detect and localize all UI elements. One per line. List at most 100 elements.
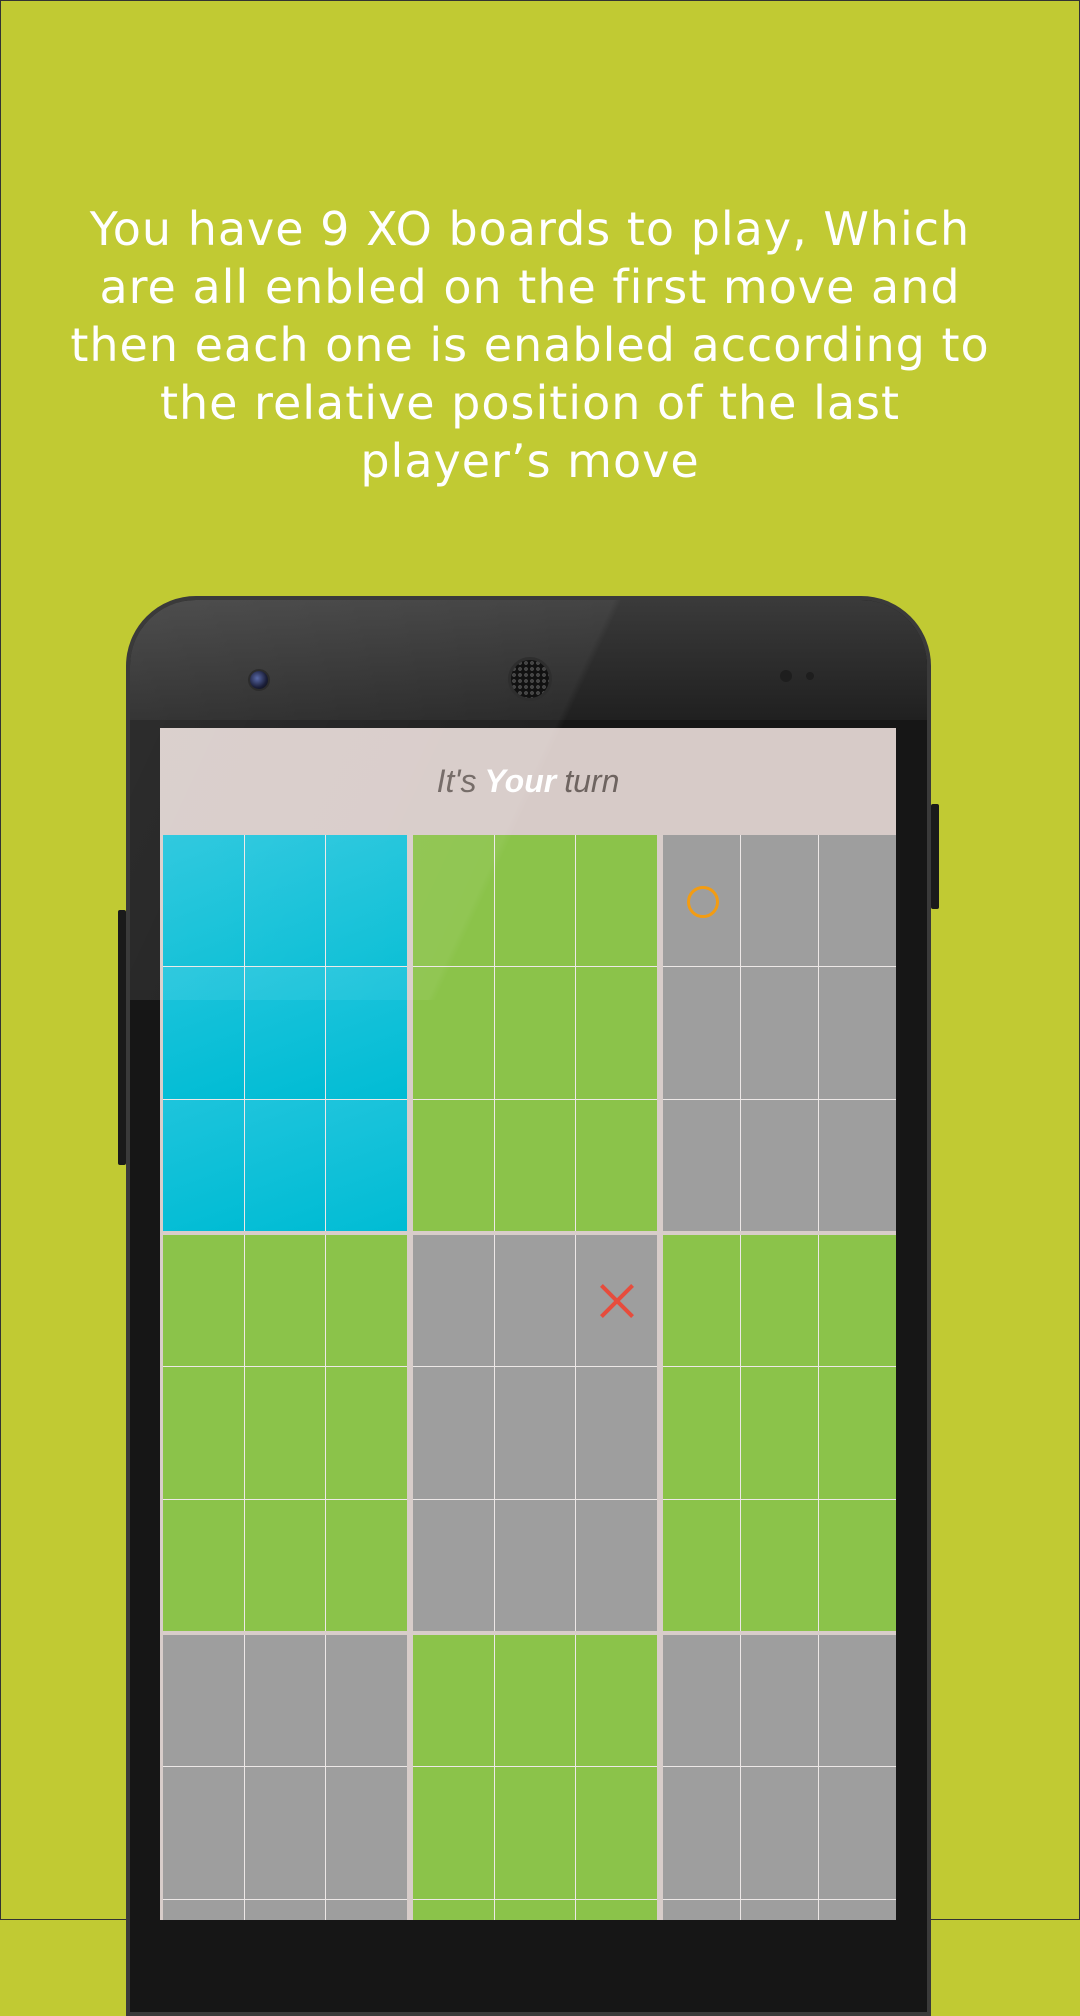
proximity-sensor (780, 670, 792, 682)
board-5-cell-9 (576, 1499, 657, 1631)
board-5-cell-3 (576, 1235, 657, 1367)
board-3-cell-8 (741, 1099, 818, 1231)
board-8-cell-5[interactable] (494, 1767, 576, 1899)
board-1-cell-5[interactable] (244, 967, 326, 1099)
board-6-cell-9[interactable] (819, 1499, 896, 1631)
board-5-cell-1 (413, 1235, 494, 1367)
board-8-cell-4[interactable] (413, 1767, 494, 1899)
board-7-cell-7 (163, 1899, 244, 1920)
board-7-cell-5 (244, 1767, 326, 1899)
earpiece-speaker-icon (508, 657, 552, 701)
board-6-cell-8[interactable] (741, 1499, 818, 1631)
board-5-cell-5 (494, 1367, 576, 1499)
board-3-cell-2 (741, 835, 818, 967)
board-2-cell-5[interactable] (494, 967, 576, 1099)
ultimate-tic-tac-toe-grid (160, 835, 896, 1920)
turn-player: Your (484, 763, 557, 799)
board-4-cell-5[interactable] (244, 1367, 326, 1499)
board-8-cell-2[interactable] (494, 1635, 576, 1767)
board-9-cell-4 (663, 1767, 740, 1899)
board-9-cell-8 (741, 1899, 818, 1920)
board-5-cell-2 (494, 1235, 576, 1367)
board-4-cell-1[interactable] (163, 1235, 244, 1367)
board-9-cell-1 (663, 1635, 740, 1767)
board-1-cell-4[interactable] (163, 967, 244, 1099)
board-3-cell-3 (819, 835, 896, 967)
board-9-cell-3 (819, 1635, 896, 1767)
phone-power-button (931, 804, 939, 909)
app-screen: It's Your turn (160, 728, 896, 1920)
x-mark-icon (599, 1283, 635, 1319)
board-6-cell-1[interactable] (663, 1235, 740, 1367)
board-8-cell-8[interactable] (494, 1899, 576, 1920)
board-4-cell-3[interactable] (326, 1235, 407, 1367)
board-5-cell-6 (576, 1367, 657, 1499)
board-5-cell-7 (413, 1499, 494, 1631)
board-6-cell-2[interactable] (741, 1235, 818, 1367)
board-3-cell-5 (741, 967, 818, 1099)
board-8-cell-7[interactable] (413, 1899, 494, 1920)
board-9-cell-2 (741, 1635, 818, 1767)
board-3-cell-7 (663, 1099, 740, 1231)
board-6-cell-7[interactable] (663, 1499, 740, 1631)
board-2-cell-9[interactable] (576, 1099, 657, 1231)
board-8-cell-3[interactable] (576, 1635, 657, 1767)
board-1-cell-8[interactable] (244, 1099, 326, 1231)
board-6-cell-5[interactable] (741, 1367, 818, 1499)
board-3-cell-4 (663, 967, 740, 1099)
turn-status-bar: It's Your turn (160, 728, 896, 835)
phone-volume-button (118, 910, 126, 1165)
board-7-cell-4 (163, 1767, 244, 1899)
board-9-cell-5 (741, 1767, 818, 1899)
board-4-cell-4[interactable] (163, 1367, 244, 1499)
xo-board-1[interactable] (163, 835, 407, 1231)
promo-description: You have 9 XO boards to play, Which are … (70, 202, 990, 488)
board-6-cell-6[interactable] (819, 1367, 896, 1499)
board-9-cell-9 (819, 1899, 896, 1920)
xo-board-3 (663, 835, 896, 1231)
board-7-cell-3 (326, 1635, 407, 1767)
board-2-cell-1[interactable] (413, 835, 494, 967)
board-2-cell-4[interactable] (413, 967, 494, 1099)
xo-board-6[interactable] (663, 1235, 896, 1631)
board-9-cell-6 (819, 1767, 896, 1899)
board-2-cell-7[interactable] (413, 1099, 494, 1231)
board-8-cell-1[interactable] (413, 1635, 494, 1767)
board-3-cell-9 (819, 1099, 896, 1231)
board-4-cell-2[interactable] (244, 1235, 326, 1367)
board-1-cell-9[interactable] (326, 1099, 407, 1231)
board-2-cell-8[interactable] (494, 1099, 576, 1231)
board-8-cell-6[interactable] (576, 1767, 657, 1899)
board-4-cell-6[interactable] (326, 1367, 407, 1499)
board-6-cell-3[interactable] (819, 1235, 896, 1367)
board-6-cell-4[interactable] (663, 1367, 740, 1499)
board-1-cell-7[interactable] (163, 1099, 244, 1231)
board-3-cell-6 (819, 967, 896, 1099)
o-mark-icon (686, 885, 719, 918)
board-7-cell-2 (244, 1635, 326, 1767)
xo-board-7 (163, 1635, 407, 1920)
board-7-cell-6 (326, 1767, 407, 1899)
board-1-cell-6[interactable] (326, 967, 407, 1099)
board-1-cell-1[interactable] (163, 835, 244, 967)
board-2-cell-2[interactable] (494, 835, 576, 967)
board-2-cell-3[interactable] (576, 835, 657, 967)
xo-board-2[interactable] (413, 835, 657, 1231)
board-4-cell-9[interactable] (326, 1499, 407, 1631)
board-5-cell-4 (413, 1367, 494, 1499)
board-4-cell-7[interactable] (163, 1499, 244, 1631)
board-7-cell-1 (163, 1635, 244, 1767)
board-5-cell-8 (494, 1499, 576, 1631)
xo-board-8[interactable] (413, 1635, 657, 1920)
board-1-cell-3[interactable] (326, 835, 407, 967)
light-sensor (806, 672, 814, 680)
board-4-cell-8[interactable] (244, 1499, 326, 1631)
xo-board-4[interactable] (163, 1235, 407, 1631)
board-1-cell-2[interactable] (244, 835, 326, 967)
turn-suffix: turn (564, 763, 620, 799)
board-2-cell-6[interactable] (576, 967, 657, 1099)
board-9-cell-7 (663, 1899, 740, 1920)
board-8-cell-9[interactable] (576, 1899, 657, 1920)
board-3-cell-1 (663, 835, 740, 967)
turn-prefix: It's (436, 763, 477, 799)
